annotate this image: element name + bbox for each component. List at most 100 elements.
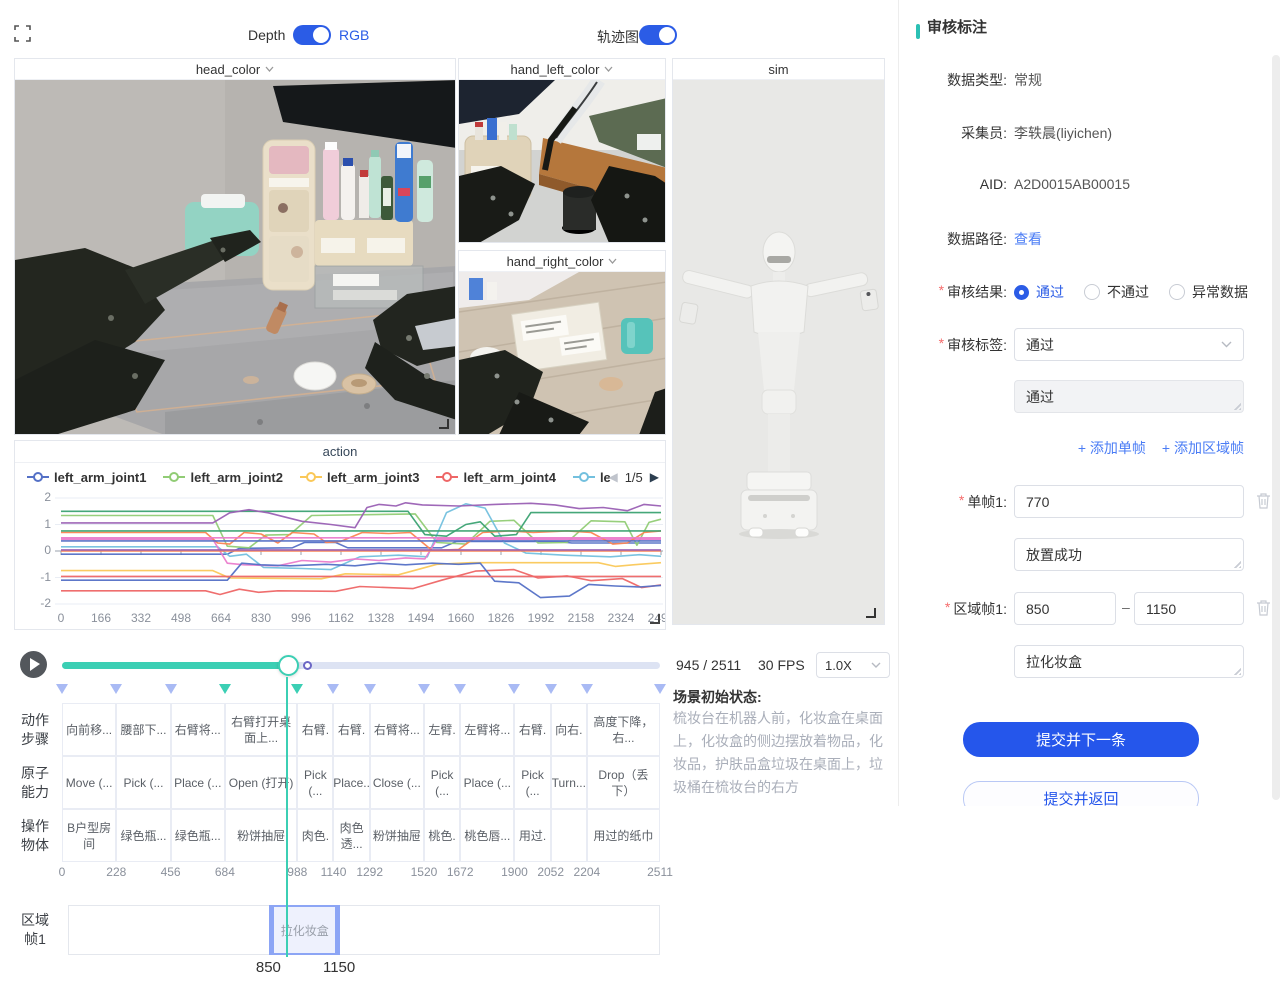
legend-label: left_arm_joint3 [327, 470, 419, 485]
camera-panel-head: head_color [14, 58, 456, 435]
atomic-skill-cell: Place (... [460, 756, 514, 809]
single-frame-note-textarea[interactable]: 放置成功 [1014, 538, 1244, 571]
camera-panel-hand-left: hand_left_color [458, 58, 666, 243]
segment-marker[interactable] [508, 684, 520, 700]
action-step-cell: 右臂. [333, 703, 369, 756]
review-tag-label: *审核标签: [901, 335, 1007, 355]
timeline-axis-label: 2204 [565, 865, 609, 879]
action-chart-title: action [15, 441, 665, 463]
slider-handle[interactable] [278, 655, 299, 676]
camera-title-head[interactable]: head_color [15, 59, 455, 80]
radio-fail[interactable]: 不通过 [1084, 282, 1149, 302]
timeline-axis-label: 684 [203, 865, 247, 879]
legend-prev-icon[interactable]: ◀ [608, 470, 617, 484]
step-table: 向前移...腰部下...右臂将...右臂打开桌面上...右臂.右臂.右臂将...… [62, 703, 660, 862]
region-frame-note-textarea[interactable]: 拉化妆盒 [1014, 645, 1244, 678]
delete-single-frame-icon[interactable] [1256, 492, 1271, 509]
segment-marker[interactable] [291, 684, 303, 700]
segment-marker[interactable] [418, 684, 430, 700]
chevron-down-icon [871, 662, 881, 668]
resize-corner-icon[interactable] [650, 614, 660, 624]
atomic-skill-cell: Pick (... [116, 756, 170, 809]
legend-label: left_arm_joint2 [190, 470, 282, 485]
segment-marker[interactable] [454, 684, 466, 700]
rgb-label: RGB [339, 27, 369, 43]
fps-label: 30 FPS [758, 657, 805, 673]
segment-marker[interactable] [545, 684, 557, 700]
review-tag-select[interactable]: 通过 [1014, 328, 1244, 361]
data-path-view-link[interactable]: 查看 [1014, 229, 1042, 249]
radio-pass[interactable]: 通过 [1014, 282, 1064, 302]
atomic-skill-cell: Place.. [333, 756, 369, 809]
segment-marker[interactable] [56, 684, 68, 700]
legend-item-left_arm_joint2[interactable]: left_arm_joint2 [163, 470, 282, 485]
resize-corner-icon[interactable] [866, 608, 876, 618]
depth-rgb-toggle[interactable] [293, 25, 331, 45]
x-axis-tick-label: 1660 [439, 611, 483, 625]
legend-item-le[interactable]: le [573, 470, 611, 485]
add-single-frame-link[interactable]: + 添加单帧 [1078, 438, 1146, 458]
legend-next-icon[interactable]: ▶ [650, 470, 659, 484]
add-region-frame-link[interactable]: + 添加区域帧 [1162, 438, 1244, 458]
segment-marker[interactable] [327, 684, 339, 700]
trajectory-toggle[interactable] [639, 25, 677, 45]
legend-item-left_arm_joint4[interactable]: left_arm_joint4 [436, 470, 555, 485]
region-end-input[interactable]: 1150 [1134, 592, 1244, 625]
region-end-value: 1150 [309, 959, 369, 976]
action-step-cell: 高度下降，右... [587, 703, 660, 756]
segment-marker[interactable] [110, 684, 122, 700]
play-button[interactable] [20, 651, 47, 678]
legend-item-left_arm_joint3[interactable]: left_arm_joint3 [300, 470, 419, 485]
resize-corner-icon[interactable] [439, 419, 449, 429]
timeline-axis-label: 1672 [438, 865, 482, 879]
segment-marker[interactable] [654, 684, 666, 700]
radio-abnormal[interactable]: 异常数据 [1169, 282, 1248, 302]
timeline-axis-label: 456 [149, 865, 193, 879]
camera-title-hand-left[interactable]: hand_left_color [459, 59, 665, 80]
atomic-skill-cell: Place (... [171, 756, 225, 809]
legend-line-icon [436, 471, 458, 483]
camera-image-hand-left [459, 80, 665, 243]
x-axis-tick-label: 2158 [559, 611, 603, 625]
hand-right-camera-scene [459, 272, 666, 435]
panel-scrollbar[interactable] [1272, 55, 1280, 800]
camera-title-label: sim [768, 62, 788, 77]
segment-marker[interactable] [165, 684, 177, 700]
timeline-axis: 0228456684988114012921520167219002052220… [62, 865, 660, 881]
submit-return-button[interactable]: 提交并返回 [963, 781, 1199, 806]
fullscreen-icon[interactable] [14, 25, 31, 42]
section-accent-bar [916, 24, 920, 39]
timeline-axis-label: 2511 [638, 865, 682, 879]
legend-line-icon [27, 471, 49, 483]
atomic-skill-cell: Close (... [370, 756, 424, 809]
action-step-cell: 向前移... [62, 703, 116, 756]
delete-region-frame-icon[interactable] [1256, 599, 1271, 616]
single-frame-input[interactable]: 770 [1014, 485, 1244, 518]
atomic-skill-cell: Move (... [62, 756, 116, 809]
object-cell: 用过的纸巾 [587, 809, 660, 862]
toggle-knob [659, 27, 675, 43]
region-frame-block[interactable]: 拉化妆盒 [269, 905, 340, 955]
radio-unselected-icon [1169, 284, 1185, 300]
action-chart-panel: action left_arm_joint1 left_arm_joint2 lef… [14, 440, 666, 630]
playback-slider[interactable] [62, 662, 660, 669]
speed-select[interactable]: 1.0X [816, 652, 890, 678]
legend-item-left_arm_joint1[interactable]: left_arm_joint1 [27, 470, 146, 485]
playhead-line[interactable] [286, 677, 288, 957]
review-tag-note-textarea[interactable]: 通过 [1014, 380, 1244, 413]
camera-title-label: hand_right_color [507, 254, 604, 269]
chevron-down-icon [265, 66, 274, 72]
single-frame-dot-marker[interactable] [303, 661, 312, 670]
region-row-label: 区域帧1 [18, 911, 52, 949]
region-frame-track[interactable]: 拉化妆盒 [68, 905, 660, 955]
camera-title-hand-right[interactable]: hand_right_color [459, 251, 665, 272]
review-result-radio-group: 通过 不通过 异常数据 [1014, 282, 1248, 302]
segment-marker[interactable] [219, 684, 231, 700]
region-start-input[interactable]: 850 [1014, 592, 1116, 625]
legend-line-icon [300, 471, 322, 483]
submit-next-button[interactable]: 提交并下一条 [963, 722, 1199, 757]
action-chart-plot[interactable] [15, 485, 666, 619]
chevron-down-icon [1221, 341, 1232, 348]
segment-marker[interactable] [581, 684, 593, 700]
segment-marker[interactable] [364, 684, 376, 700]
